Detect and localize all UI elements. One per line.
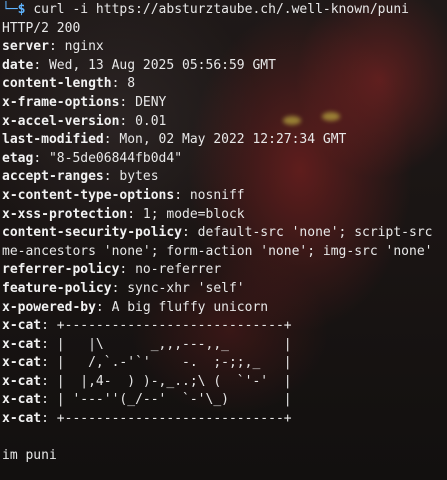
header-line: me-ancestors 'none'; form-action 'none';… [2,243,447,262]
header-line: last-modified: Mon, 02 May 2022 12:27:34… [2,132,347,148]
header-value: | '---''(_/--' `-'\_) | [56,392,292,408]
header-line: feature-policy: sync-xhr 'self' [2,280,245,296]
header-line: x-content-type-options: nosniff [2,187,245,203]
header-value: "8-5de06844fb0d4" [48,150,183,166]
header-line: x-cat: | |\ _,,,---,,_ | [2,336,292,352]
header-key: x-accel-version [2,113,120,129]
header-value: +----------------------------+ [56,411,292,427]
header-key: x-cat [2,355,42,371]
header-value: | /,`.-'`' -. ;-;;,_ | [56,355,292,371]
prompt-symbol: $ [17,2,26,17]
header-line: server: nginx [2,39,104,55]
header-key: x-xss-protection [2,206,128,222]
header-value: A big fluffy unicorn [111,299,269,315]
header-key: x-frame-options [2,94,120,110]
header-value: +----------------------------+ [56,318,292,334]
header-key: x-powered-by [2,299,96,315]
header-value: DENY [135,94,167,110]
header-key: x-cat [2,318,42,334]
header-key: referrer-policy [2,262,120,278]
prompt-line: └─$ curl -i https://absturztaube.ch/.wel… [2,1,447,20]
header-value: 0.01 [135,113,167,129]
header-line: x-cat: | '---''(_/--' `-'\_) | [2,392,292,408]
header-key: server [2,39,49,55]
status-line: HTTP/2 200 [2,20,81,36]
header-line: referrer-policy: no-referrer [2,262,222,278]
header-key: feature-policy [2,280,112,296]
header-value: no-referrer [135,262,222,278]
header-key: content-length [2,76,112,92]
prompt-corner: └─ [2,2,18,17]
header-line: x-xss-protection: 1; mode=block [2,206,245,222]
header-line: content-security-policy: default-src 'no… [2,225,433,241]
header-key: date [2,57,34,73]
header-value: nosniff [189,187,245,203]
header-key: accept-ranges [2,169,104,185]
header-value: 8 [127,76,136,92]
header-value: me-ancestors 'none'; form-action 'none';… [2,243,433,259]
header-line: x-frame-options: DENY [2,94,167,110]
header-value: sync-xhr 'self' [127,280,245,296]
header-line: x-cat: | |,4- ) )-,_..;\ ( `'-' | [2,373,292,389]
command-text: curl -i https://absturztaube.ch/.well-kn… [33,2,409,17]
header-key: x-content-type-options [2,187,175,203]
header-value: | |,4- ) )-,_..;\ ( `'-' | [56,373,292,389]
response-headers: server: nginx date: Wed, 13 Aug 2025 05:5… [2,38,447,428]
header-line: content-length: 8 [2,76,136,92]
header-line: x-cat: | /,`.-'`' -. ;-;;,_ | [2,355,292,371]
header-value: nginx [64,39,104,55]
header-key: etag [2,150,34,166]
header-line: etag: "8-5de06844fb0d4" [2,150,183,166]
header-value: Wed, 13 Aug 2025 05:56:59 GMT [48,57,276,73]
header-key: x-cat [2,392,42,408]
header-line: accept-ranges: bytes [2,169,159,185]
response-body: im puni [2,448,57,464]
header-line: x-powered-by: A big fluffy unicorn [2,299,269,315]
header-value: Mon, 02 May 2022 12:27:34 GMT [119,132,347,148]
header-key: x-cat [2,373,42,389]
header-value: bytes [119,169,159,185]
header-key: x-cat [2,336,42,352]
header-line: date: Wed, 13 Aug 2025 05:56:59 GMT [2,57,276,73]
header-line: x-cat: +----------------------------+ [2,318,292,334]
header-value: | |\ _,,,---,,_ | [56,336,292,352]
header-value: 1; mode=block [142,206,245,222]
header-line: x-accel-version: 0.01 [2,113,167,129]
header-key: x-cat [2,411,42,427]
header-value: default-src 'none'; script-src [197,225,433,241]
header-key: content-security-policy [2,225,183,241]
header-key: last-modified [2,132,104,148]
header-line: x-cat: +----------------------------+ [2,411,292,427]
terminal-output[interactable]: └─$ curl -i https://absturztaube.ch/.wel… [2,0,447,480]
